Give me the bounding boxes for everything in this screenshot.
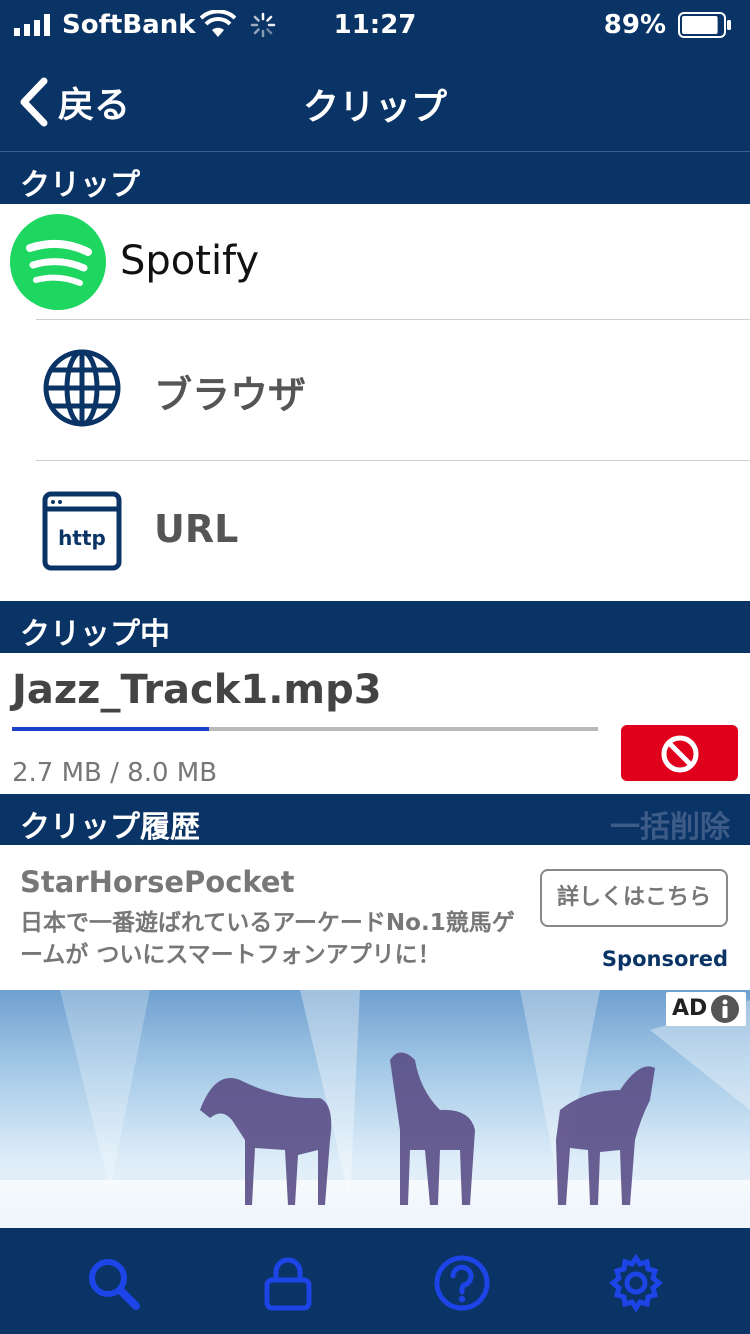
source-row-url[interactable]: http URL: [0, 461, 750, 601]
svg-text:http: http: [58, 526, 106, 550]
ad-choices-badge[interactable]: AD: [666, 992, 746, 1026]
ad-title: StarHorsePocket: [20, 865, 295, 899]
section-header-clipping: クリップ中: [0, 601, 750, 653]
sponsored-ad[interactable]: StarHorsePocket 日本で一番遊ばれているアーケードNo.1競馬ゲー…: [0, 845, 750, 990]
cancel-icon: [661, 735, 699, 773]
page-title: クリップ: [302, 87, 447, 128]
ad-banner-image[interactable]: AD: [0, 990, 750, 1228]
settings-icon[interactable]: [607, 1254, 665, 1312]
sponsored-label: Sponsored: [601, 947, 728, 971]
cancel-clip-button[interactable]: [621, 725, 738, 781]
help-icon[interactable]: [433, 1254, 491, 1312]
section-title-clip: クリップ: [20, 168, 140, 203]
top-bar: SoftBank 11:27 89% 戻る クリップ: [0, 0, 750, 152]
tab-bar: [0, 1228, 750, 1334]
battery-icon: [678, 12, 731, 38]
clip-size-text: 2.7 MB / 8.0 MB: [12, 758, 218, 788]
source-row-spotify[interactable]: Spotify: [0, 204, 750, 320]
source-label-url: URL: [154, 507, 239, 551]
source-label-browser: ブラウザ: [154, 373, 307, 417]
globe-icon: [43, 349, 121, 427]
delete-all-button[interactable]: 一括削除: [610, 802, 730, 846]
clip-filename: Jazz_Track1.mp3: [12, 667, 382, 713]
section-header-clip: クリップ: [0, 152, 750, 204]
section-header-history: クリップ履歴 一括削除: [0, 794, 750, 846]
section-title-history: クリップ履歴: [20, 810, 200, 845]
navigation-bar: 戻る クリップ: [0, 52, 750, 152]
ad-badge-label: AD: [672, 996, 708, 1021]
ad-description: 日本で一番遊ばれているアーケードNo.1競馬ゲームが ついにスマートフォンアプリ…: [20, 910, 515, 968]
clip-progress-fill: [12, 727, 210, 731]
horse-illustration: [0, 990, 750, 1228]
lock-icon[interactable]: [259, 1254, 317, 1312]
ad-cta-button[interactable]: 詳しくはこちら: [540, 869, 728, 927]
section-title-clipping: クリップ中: [20, 617, 170, 652]
clip-progress-bar: [12, 727, 598, 731]
battery-percentage: 89%: [603, 10, 666, 40]
source-label-spotify: Spotify: [120, 238, 260, 284]
search-icon[interactable]: [84, 1254, 142, 1312]
spotify-logo-icon: [10, 214, 106, 310]
http-icon: http: [42, 491, 122, 571]
status-bar: SoftBank 11:27 89%: [0, 0, 750, 52]
source-row-browser[interactable]: ブラウザ: [0, 320, 750, 461]
info-icon: [711, 995, 739, 1023]
